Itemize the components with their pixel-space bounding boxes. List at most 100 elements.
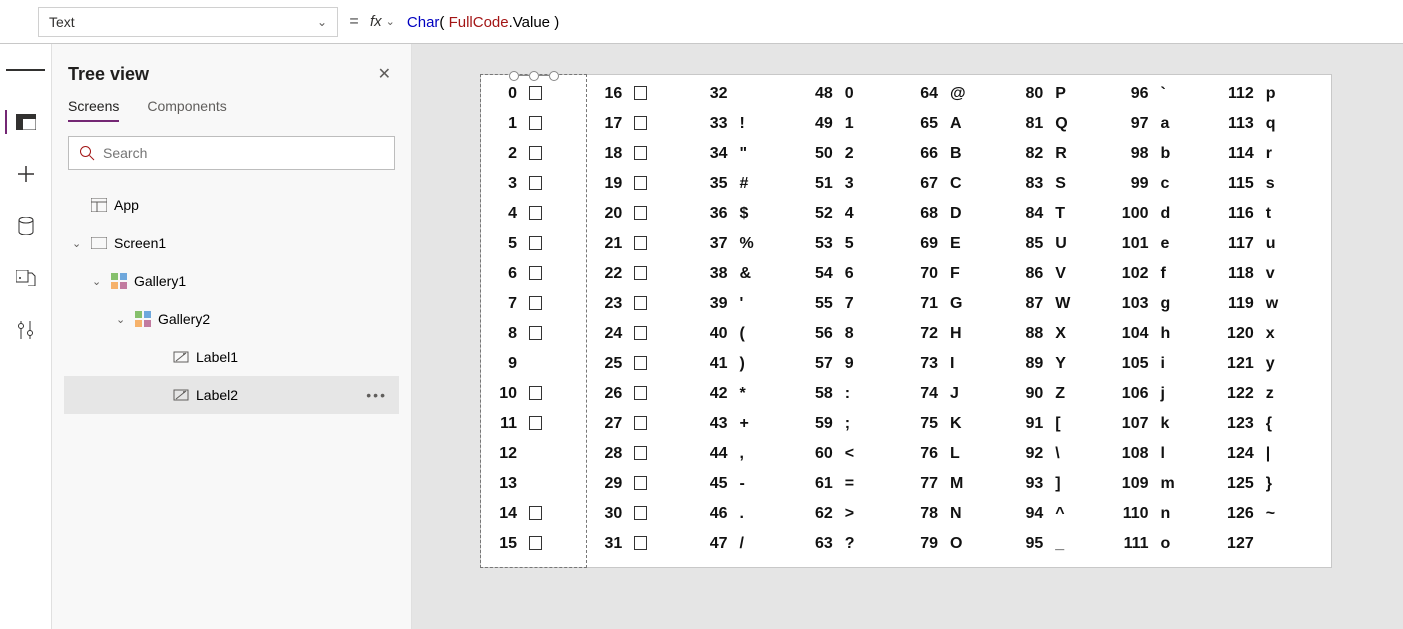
- ascii-cell: 107k: [1113, 409, 1218, 439]
- search-icon: [79, 145, 95, 161]
- ascii-cell: 31: [586, 529, 691, 559]
- chevron-down-icon: ⌄: [386, 15, 395, 28]
- chevron-down-icon: ⌄: [72, 237, 84, 250]
- ascii-cell: 116t: [1218, 199, 1323, 229]
- ascii-cell: 2: [481, 139, 586, 169]
- formula-input[interactable]: Char( FullCode.Value ): [407, 13, 1307, 31]
- ascii-cell: 117u: [1218, 229, 1323, 259]
- ascii-cell: 104h: [1113, 319, 1218, 349]
- ascii-cell: 35#: [692, 169, 797, 199]
- ascii-cell: 65A: [902, 109, 1007, 139]
- ascii-cell: 102f: [1113, 259, 1218, 289]
- tree-node-label2[interactable]: Label2 •••: [64, 376, 399, 414]
- ascii-cell: 12: [481, 439, 586, 469]
- ascii-cell: 78N: [902, 499, 1007, 529]
- ascii-cell: 491: [797, 109, 902, 139]
- ascii-cell: 118v: [1218, 259, 1323, 289]
- ascii-cell: 502: [797, 139, 902, 169]
- ascii-cell: 115s: [1218, 169, 1323, 199]
- ascii-cell: 85U: [1007, 229, 1112, 259]
- ascii-cell: 93]: [1007, 469, 1112, 499]
- ascii-cell: 23: [586, 289, 691, 319]
- ascii-cell: 33!: [692, 109, 797, 139]
- ascii-cell: 73I: [902, 349, 1007, 379]
- fx-dropdown[interactable]: fx ⌄: [370, 13, 407, 30]
- tree-node-gallery1[interactable]: ⌄Gallery1•••: [64, 262, 399, 300]
- ascii-cell: 99c: [1113, 169, 1218, 199]
- label-icon: [172, 349, 190, 365]
- ascii-cell: 58:: [797, 379, 902, 409]
- ascii-cell: 71G: [902, 289, 1007, 319]
- tree-view-icon[interactable]: [5, 110, 45, 134]
- ascii-cell: 101e: [1113, 229, 1218, 259]
- tab-screens[interactable]: Screens: [68, 98, 119, 122]
- ascii-cell: 69E: [902, 229, 1007, 259]
- ascii-cell: 66B: [902, 139, 1007, 169]
- tree-node-app[interactable]: App•••: [64, 186, 399, 224]
- chevron-down-icon: ⌄: [116, 313, 128, 326]
- tree-tabs: Screens Components: [68, 98, 395, 122]
- ascii-cell: 13: [481, 469, 586, 499]
- insert-icon[interactable]: [6, 162, 46, 186]
- ascii-cell: 3: [481, 169, 586, 199]
- tab-components[interactable]: Components: [147, 98, 226, 122]
- data-icon[interactable]: [6, 214, 46, 238]
- tree-node-label1[interactable]: Label1•••: [64, 338, 399, 376]
- ascii-cell: 75K: [902, 409, 1007, 439]
- ascii-cell: 7: [481, 289, 586, 319]
- ascii-cell: 64@: [902, 79, 1007, 109]
- ascii-cell: 524: [797, 199, 902, 229]
- more-icon[interactable]: •••: [366, 387, 387, 403]
- menu-icon[interactable]: [6, 58, 46, 82]
- close-icon[interactable]: ✕: [374, 60, 395, 88]
- ascii-cell: 108l: [1113, 439, 1218, 469]
- ascii-cell: 127: [1218, 529, 1323, 559]
- ascii-cell: 29: [586, 469, 691, 499]
- ascii-column: 64@65A66B67C68D69E70F71G72H73I74J75K76L7…: [902, 75, 1007, 567]
- tree-node-label: Gallery2: [158, 311, 210, 327]
- ascii-cell: 81Q: [1007, 109, 1112, 139]
- ascii-cell: 121y: [1218, 349, 1323, 379]
- ascii-cell: 16: [586, 79, 691, 109]
- ascii-column: 112p113q114r115s116t117u118v119w120x121y…: [1218, 75, 1323, 567]
- ascii-cell: 42*: [692, 379, 797, 409]
- canvas[interactable]: 0123456789101112131415161718192021222324…: [480, 74, 1332, 568]
- ascii-cell: 84T: [1007, 199, 1112, 229]
- ascii-cell: 24: [586, 319, 691, 349]
- ascii-cell: 79O: [902, 529, 1007, 559]
- tools-icon[interactable]: [6, 318, 46, 342]
- label-icon: [172, 387, 190, 403]
- ascii-cell: 39': [692, 289, 797, 319]
- ascii-cell: 95_: [1007, 529, 1112, 559]
- ascii-cell: 1: [481, 109, 586, 139]
- left-rail: [0, 44, 52, 629]
- ascii-cell: 98b: [1113, 139, 1218, 169]
- ascii-cell: 100d: [1113, 199, 1218, 229]
- ascii-column: 0123456789101112131415: [480, 74, 587, 568]
- ascii-column: 96`97a98b99c100d101e102f103g104h105i106j…: [1113, 75, 1218, 567]
- tree-node-label: Label1: [196, 349, 238, 365]
- media-icon[interactable]: [6, 266, 46, 290]
- search-input[interactable]: [103, 145, 384, 161]
- ascii-cell: 5: [481, 229, 586, 259]
- ascii-cell: 9: [481, 349, 586, 379]
- ascii-cell: 87W: [1007, 289, 1112, 319]
- ascii-cell: 76L: [902, 439, 1007, 469]
- property-dropdown[interactable]: Text ⌄: [38, 7, 338, 37]
- tree-node-label: Label2: [196, 387, 238, 403]
- ascii-cell: 10: [481, 379, 586, 409]
- ascii-cell: 46.: [692, 499, 797, 529]
- ascii-cell: 14: [481, 499, 586, 529]
- tree-node-gallery2[interactable]: ⌄Gallery2•••: [64, 300, 399, 338]
- ascii-cell: 34": [692, 139, 797, 169]
- ascii-cell: 43+: [692, 409, 797, 439]
- screen-icon: [90, 237, 108, 249]
- ascii-cell: 80P: [1007, 79, 1112, 109]
- property-dropdown-label: Text: [49, 14, 75, 30]
- ascii-cell: 68D: [902, 199, 1007, 229]
- chevron-down-icon: ⌄: [317, 15, 327, 29]
- tree-node-screen1[interactable]: ⌄Screen1•••: [64, 224, 399, 262]
- ascii-column: 16171819202122232425262728293031: [586, 75, 691, 567]
- tree-search[interactable]: [68, 136, 395, 170]
- ascii-cell: 120x: [1218, 319, 1323, 349]
